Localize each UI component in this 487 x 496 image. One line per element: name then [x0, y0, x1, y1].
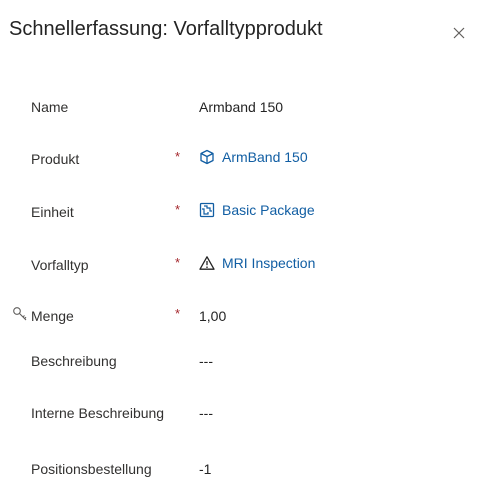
field-interne-beschreibung: Interne Beschreibung ---	[0, 401, 487, 429]
required-indicator: *	[175, 306, 181, 321]
field-beschreibung-value[interactable]: ---	[199, 353, 213, 369]
quick-create-panel: Schnellerfassung: Vorfalltypprodukt Name…	[0, 0, 487, 496]
field-vorfalltyp-lookup[interactable]: MRI Inspection	[199, 255, 315, 271]
field-interne-beschreibung-label: Interne Beschreibung	[31, 405, 165, 421]
required-indicator: *	[175, 255, 181, 270]
field-menge: Menge * 1,00	[0, 304, 487, 332]
close-icon	[453, 27, 465, 39]
cube-icon	[199, 149, 215, 165]
field-name: Name Armband 150	[0, 95, 487, 123]
field-einheit-label: Einheit	[31, 204, 74, 220]
field-vorfalltyp: Vorfalltyp * MRI Inspection	[0, 253, 487, 281]
field-einheit-value: Basic Package	[222, 202, 315, 218]
page-title: Schnellerfassung: Vorfalltypprodukt	[9, 18, 323, 40]
field-vorfalltyp-value: MRI Inspection	[222, 255, 316, 271]
close-button[interactable]	[449, 23, 469, 43]
key-icon	[12, 306, 28, 322]
field-produkt-value: ArmBand 150	[222, 149, 308, 165]
field-menge-label: Menge	[31, 308, 74, 324]
required-indicator: *	[175, 202, 181, 217]
field-name-label: Name	[31, 99, 69, 115]
field-positionsbestellung-label: Positionsbestellung	[31, 461, 152, 477]
field-interne-beschreibung-value[interactable]: ---	[199, 405, 213, 421]
field-beschreibung: Beschreibung ---	[0, 349, 487, 377]
field-positionsbestellung: Positionsbestellung -1	[0, 457, 487, 485]
required-indicator: *	[175, 149, 181, 164]
field-produkt: Produkt * ArmBand 150	[0, 147, 487, 175]
field-positionsbestellung-value[interactable]: -1	[199, 461, 211, 477]
field-produkt-label: Produkt	[31, 151, 80, 167]
field-name-value[interactable]: Armband 150	[199, 99, 283, 115]
field-beschreibung-label: Beschreibung	[31, 353, 117, 369]
field-einheit-lookup[interactable]: Basic Package	[199, 202, 315, 218]
field-vorfalltyp-label: Vorfalltyp	[31, 257, 89, 273]
field-produkt-lookup[interactable]: ArmBand 150	[199, 149, 308, 165]
field-menge-value[interactable]: 1,00	[199, 308, 226, 324]
unit-icon	[199, 202, 215, 218]
warning-icon	[199, 255, 215, 271]
field-einheit: Einheit * Basic Package	[0, 200, 487, 228]
